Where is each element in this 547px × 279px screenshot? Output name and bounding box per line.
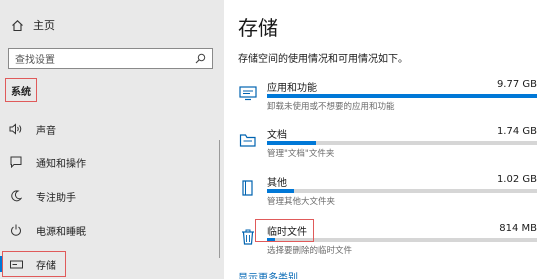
sidebar-item-notifications[interactable]: 通知和操作 <box>0 151 224 173</box>
sidebar-item-sound[interactable]: 声音 <box>0 118 224 140</box>
nav-home-label: 主页 <box>33 19 55 32</box>
page-subtitle: 存储空间的使用情况和可用情况如下。 <box>238 54 408 65</box>
category-desc: 选择要删除的临时文件 <box>267 246 353 256</box>
usage-bar-fill <box>267 94 537 98</box>
notification-icon <box>8 156 24 168</box>
home-icon <box>8 19 26 32</box>
category-name: 文档 <box>267 130 287 141</box>
section-label-text: 系统 <box>11 86 31 98</box>
usage-bar-fill <box>267 141 316 145</box>
nav-home[interactable]: 主页 <box>8 15 55 35</box>
sidebar-item-label: 声音 <box>36 125 56 137</box>
storage-category-apps[interactable]: 应用和功能 9.77 GB 卸载未使用或不想要的应用和功能 <box>236 79 547 131</box>
sidebar-item-power-sleep[interactable]: 电源和睡眠 <box>0 219 224 241</box>
category-size: 9.77 GB <box>496 79 537 90</box>
category-name: 应用和功能 <box>267 83 317 94</box>
highlight-box-temp-files <box>255 219 314 242</box>
section-label-system: 系统 <box>5 78 37 102</box>
category-desc: 卸载未使用或不想要的应用和功能 <box>267 102 395 112</box>
search-icon[interactable] <box>195 53 206 64</box>
apps-icon <box>238 83 258 103</box>
sidebar-item-focus-assist[interactable]: 专注助手 <box>0 185 224 207</box>
highlight-box-storage <box>2 251 66 277</box>
category-desc: 管理"文档"文件夹 <box>267 149 335 159</box>
book-icon <box>238 178 258 198</box>
usage-bar <box>267 189 537 193</box>
moon-icon <box>8 190 24 202</box>
search-placeholder: 查找设置 <box>15 55 55 66</box>
category-size: 1.74 GB <box>496 126 537 137</box>
show-more-categories-link[interactable]: 显示更多类别 <box>238 269 298 279</box>
usage-bar <box>267 141 537 145</box>
search-input[interactable]: 查找设置 <box>8 48 213 69</box>
storage-category-documents[interactable]: 文档 1.74 GB 管理"文档"文件夹 <box>236 126 547 178</box>
sidebar: 主页 查找设置 系统 声音 通知和操作 专注助手 电源和睡眠 存储 <box>0 0 224 279</box>
category-size: 814 MB <box>499 223 537 234</box>
power-icon <box>8 224 24 236</box>
category-size: 1.02 GB <box>496 174 537 185</box>
speaker-icon <box>8 123 24 135</box>
usage-bar-fill <box>267 189 294 193</box>
category-name: 其他 <box>267 178 287 189</box>
sidebar-item-label: 电源和睡眠 <box>36 226 86 238</box>
category-desc: 管理其他大文件夹 <box>267 197 336 207</box>
page-title: 存储 <box>238 16 278 40</box>
usage-bar <box>267 94 537 98</box>
folder-icon <box>238 130 258 150</box>
sidebar-scrollbar[interactable] <box>219 140 220 258</box>
sidebar-item-label: 通知和操作 <box>36 158 86 170</box>
sidebar-item-label: 专注助手 <box>36 192 76 204</box>
